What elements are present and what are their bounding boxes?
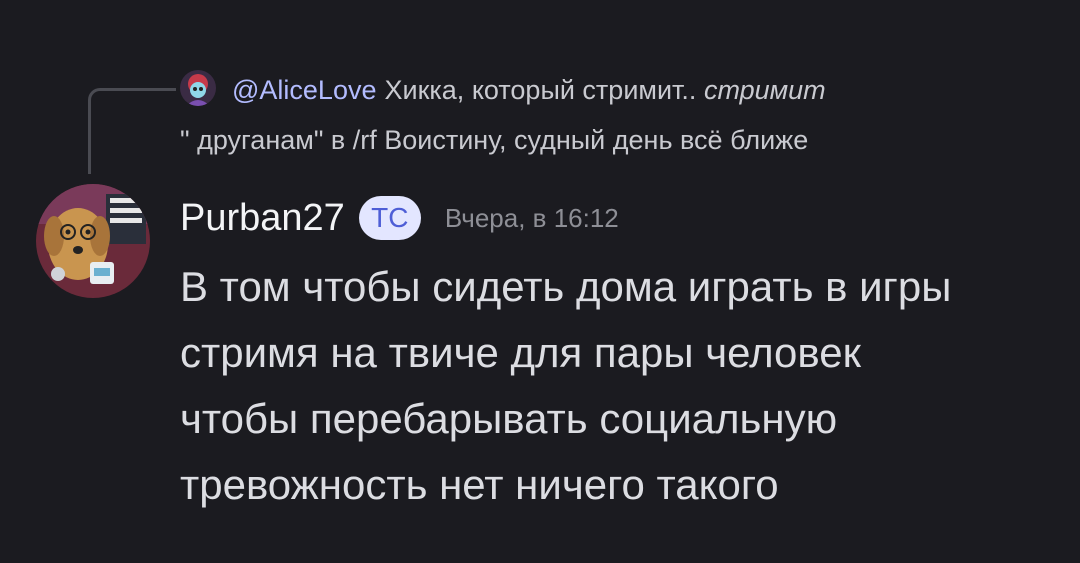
message-header: Purban27 ТС Вчера, в 16:12 <box>180 190 619 246</box>
replied-user-avatar[interactable] <box>180 70 216 106</box>
username[interactable]: Purban27 <box>180 197 345 240</box>
reply-connector-line <box>88 88 176 174</box>
message-line: стримя на твиче для пары человек <box>180 329 861 376</box>
reply-mention[interactable]: @AliceLove <box>232 75 376 105</box>
message-content[interactable]: В том чтобы сидеть дома играть в игры ст… <box>180 254 1060 518</box>
message-line: тревожность нет ничего такого <box>180 461 779 508</box>
reply-text-italic: стримит <box>703 75 826 105</box>
reply-preview-line-2[interactable]: " друганам" в /rf Воистину, судный день … <box>180 120 808 160</box>
dog-avatar-icon <box>36 184 150 298</box>
message-line: В том чтобы сидеть дома играть в игры <box>180 263 952 310</box>
message-line: чтобы перебарывать социальную <box>180 395 838 442</box>
message-timestamp: Вчера, в 16:12 <box>444 202 619 233</box>
op-badge: ТС <box>358 196 421 240</box>
reply-text-part1: Хикка, который стримит.. <box>384 75 704 105</box>
reply-preview-line-1[interactable]: @AliceLove Хикка, который стримит.. стрим… <box>232 70 826 110</box>
user-avatar[interactable] <box>36 184 150 298</box>
anime-character-avatar-icon <box>180 70 216 106</box>
